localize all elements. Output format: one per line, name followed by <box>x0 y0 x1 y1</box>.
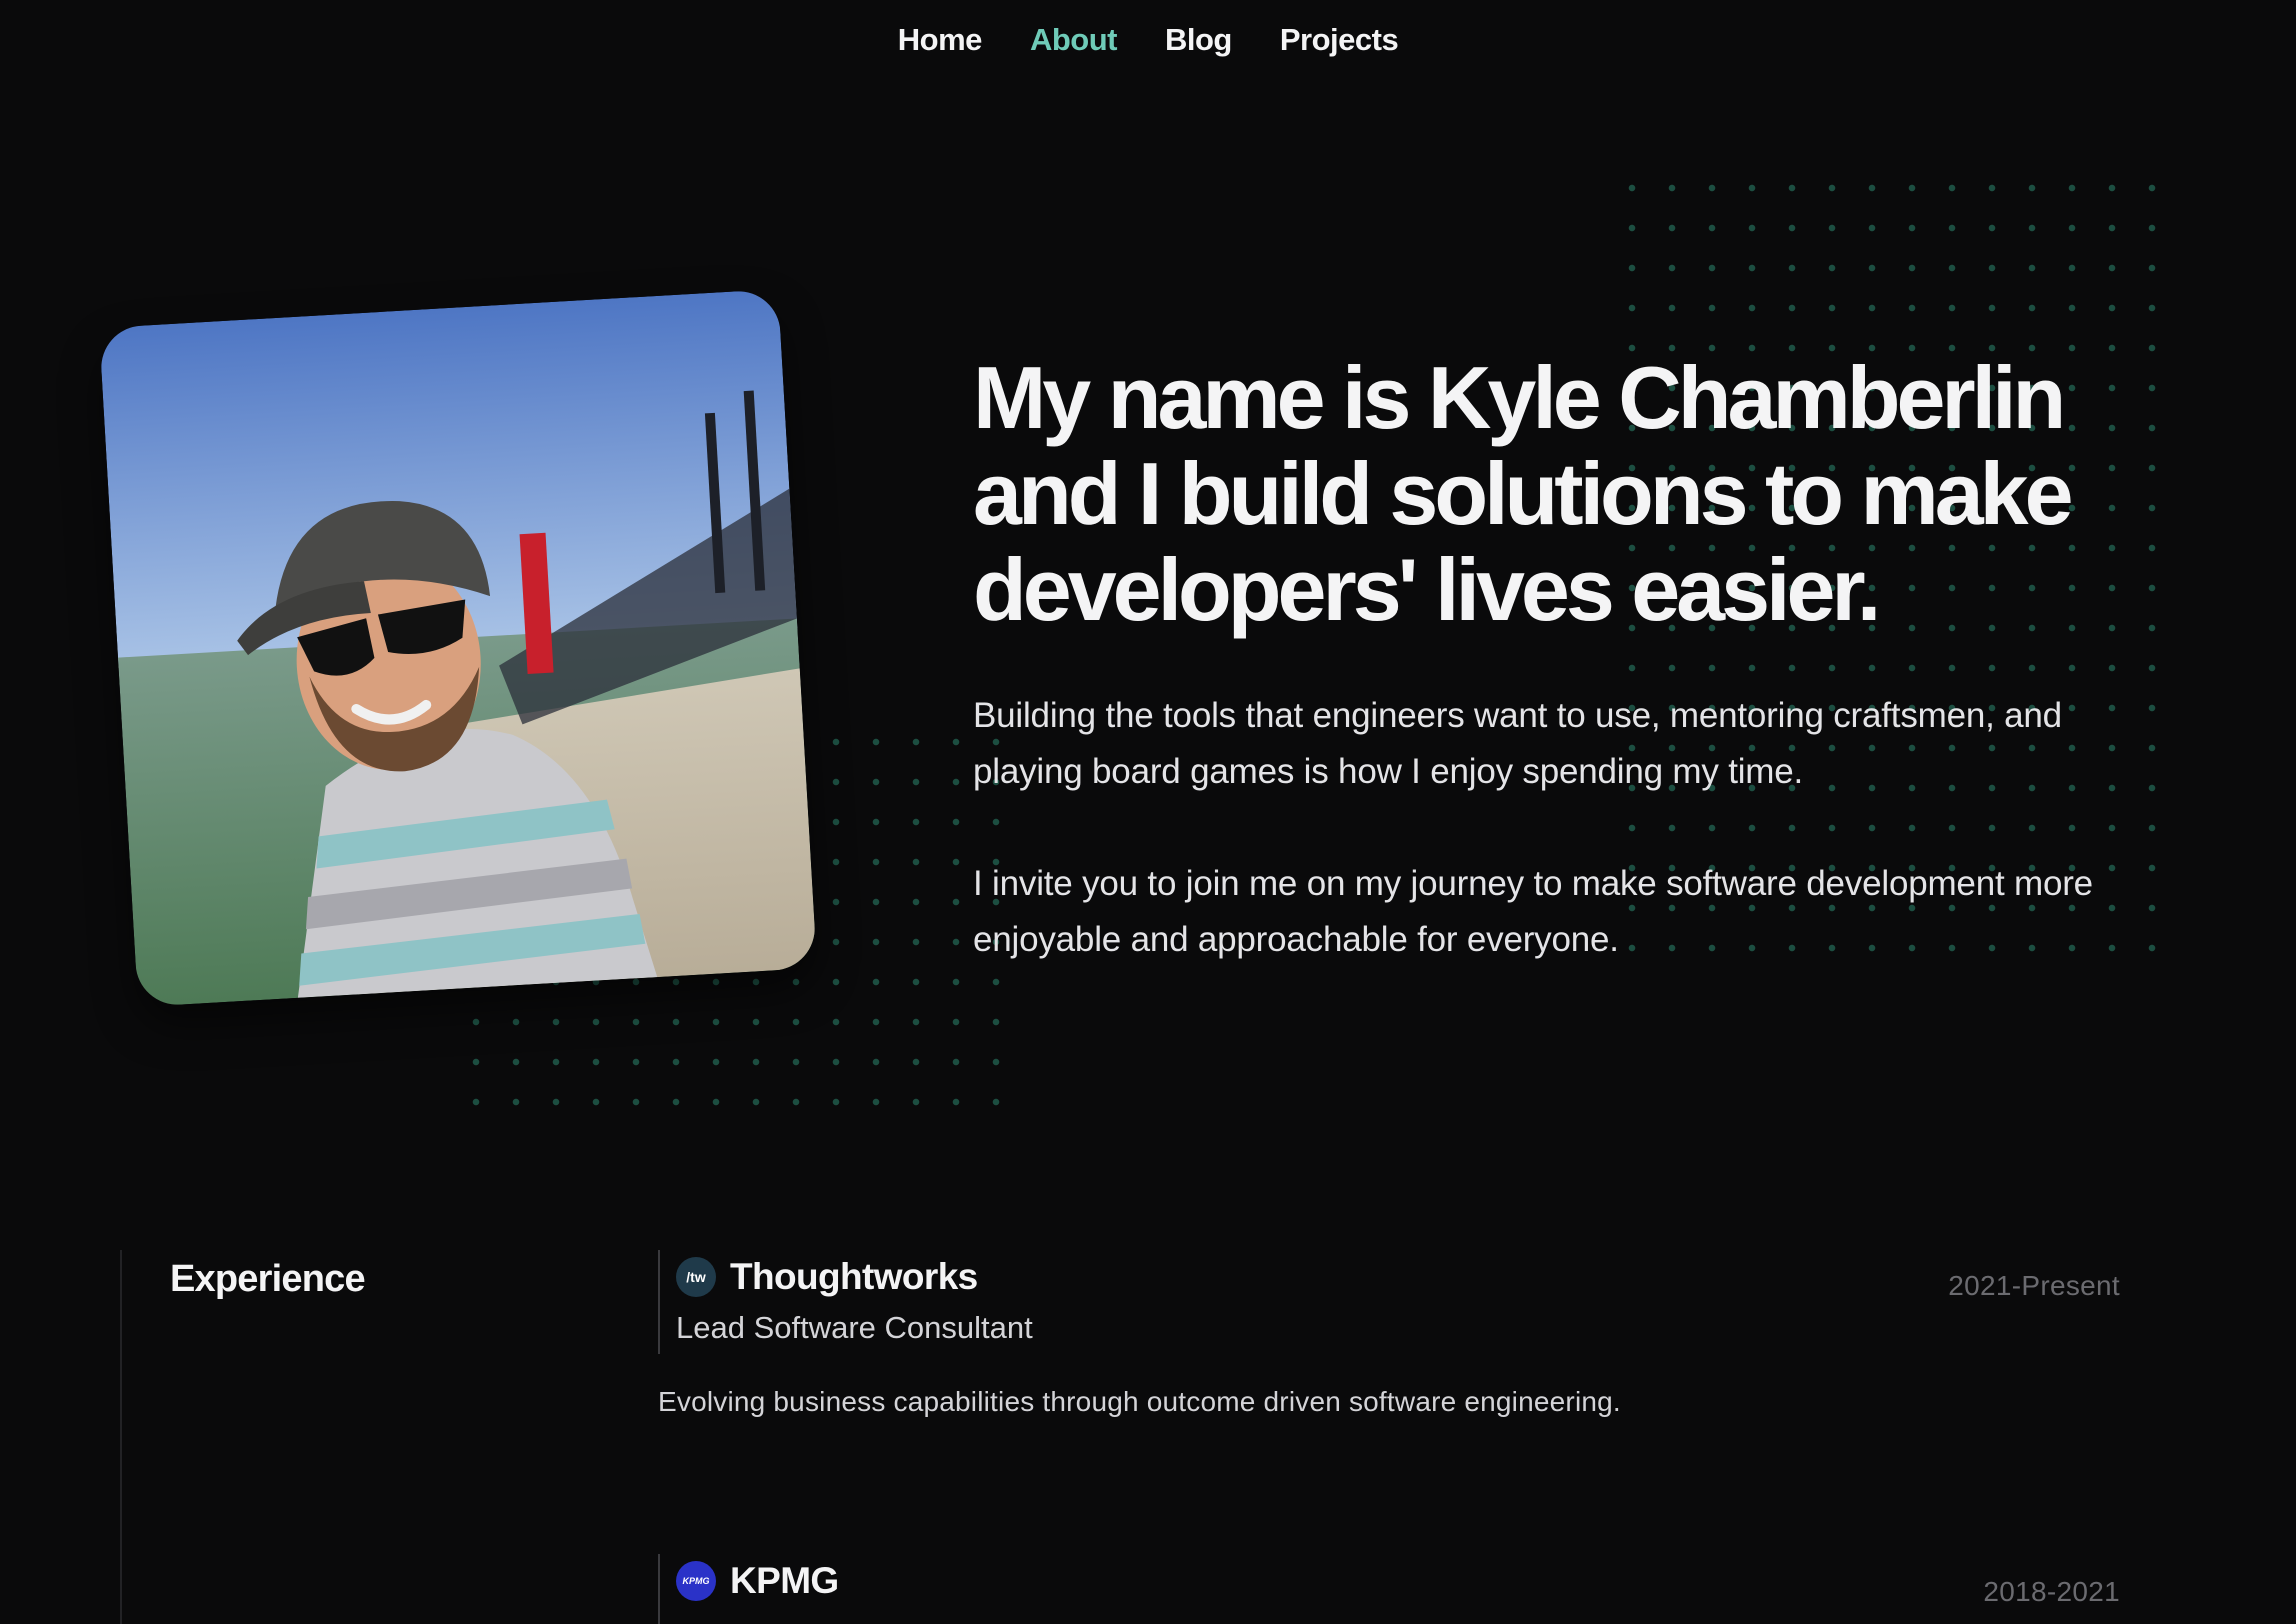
nav-blog-link[interactable]: Blog <box>1165 22 1232 58</box>
company-row: /tw Thoughtworks <box>676 1250 2120 1298</box>
kpmg-logo-icon: KPMG <box>676 1561 716 1601</box>
job-entry-thoughtworks: /tw Thoughtworks Lead Software Consultan… <box>658 1250 2120 1418</box>
job-header: /tw Thoughtworks Lead Software Consultan… <box>658 1250 2120 1354</box>
company-name: Thoughtworks <box>730 1256 978 1297</box>
thoughtworks-logo-icon: /tw <box>676 1257 716 1297</box>
experience-title: Experience <box>170 1258 366 1300</box>
job-dates: 2018-2021 <box>1983 1576 2120 1607</box>
hero-section: My name is Kyle Chamberlin and I build s… <box>973 350 2173 968</box>
profile-photo-image <box>98 288 818 1008</box>
profile-photo <box>98 288 818 1008</box>
hero-paragraph-2: I invite you to join me on my journey to… <box>973 864 2093 959</box>
hero-paragraph-1: Building the tools that engineers want t… <box>973 696 2062 791</box>
job-role: Lead Software Consultant <box>676 1310 1033 1345</box>
nav-about-link[interactable]: About <box>1030 22 1118 58</box>
hero-headline: My name is Kyle Chamberlin and I build s… <box>973 348 2074 639</box>
job-entry-kpmg: KPMG KPMG 2018-2021 <box>658 1554 2120 1624</box>
experience-divider <box>120 1250 122 1624</box>
nav-projects-link[interactable]: Projects <box>1280 22 1399 58</box>
top-nav: Home About Blog Projects <box>0 22 2296 58</box>
company-name: KPMG <box>730 1560 839 1601</box>
nav-home-link[interactable]: Home <box>898 22 983 58</box>
job-header: KPMG KPMG 2018-2021 <box>658 1554 2120 1624</box>
company-row: KPMG KPMG <box>676 1554 2120 1602</box>
job-description: Evolving business capabilities through o… <box>658 1386 1621 1417</box>
job-dates: 2021-Present <box>1948 1270 2120 1301</box>
